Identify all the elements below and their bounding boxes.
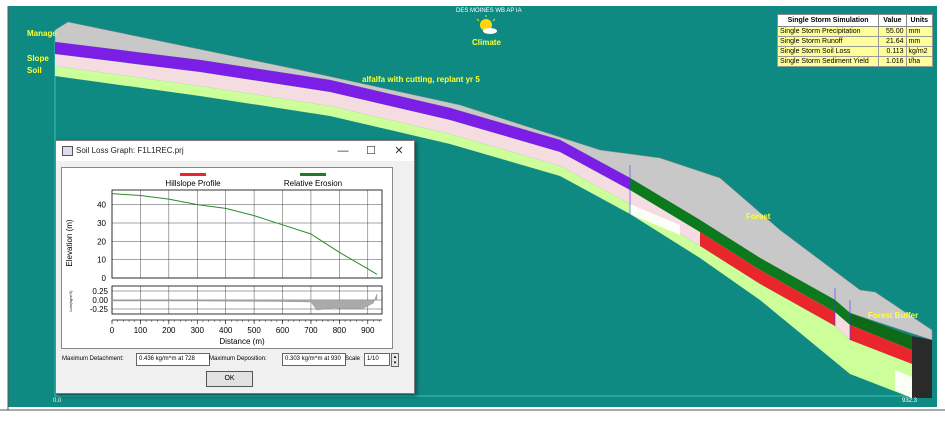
results-header-value: Value — [878, 14, 907, 27]
management-side-label[interactable]: Manage — [27, 29, 57, 38]
maximize-button[interactable]: ☐ — [359, 143, 383, 159]
y-tick-label: 30 — [97, 219, 106, 228]
results-row: Single Storm Runoff 21.64 mm — [776, 36, 934, 47]
x-tick-label: 700 — [304, 326, 318, 335]
y-tick-label: 10 — [97, 256, 106, 265]
results-row: Single Storm Precipitation 55.00 mm — [776, 26, 934, 37]
cloud-shape — [483, 28, 497, 34]
hillslope-profile-line — [111, 193, 378, 275]
scale-spinner[interactable]: ▴ ▾ — [391, 353, 399, 367]
chart-marks: 0 100 200 300 400 500 600 700 800 900 0 10 20 30 40 0.2… — [90, 189, 383, 335]
y-axis-label: Elevation (m) — [65, 219, 74, 266]
climate-station-label: DES MOINES WB AP IA — [456, 8, 522, 14]
x-tick-label: 800 — [333, 326, 347, 335]
plot-area: Hillslope Profile Relative Erosion Eleva… — [61, 167, 393, 349]
legend-profile-label: Hillslope Profile — [165, 179, 221, 188]
legend-erosion-label: Relative Erosion — [284, 179, 342, 188]
max-deposition-label: Maximum Deposition: — [209, 356, 267, 362]
relative-erosion-area — [111, 293, 378, 311]
loss-tick-label: 0.25 — [92, 287, 108, 296]
results-row-name: Single Storm Precipitation — [776, 26, 880, 37]
slope-side-label[interactable]: Slope — [27, 54, 49, 63]
max-detachment-label: Maximum Detachment: — [62, 356, 124, 362]
results-header-name: Single Storm Simulation — [776, 14, 880, 27]
app-window-icon — [62, 146, 73, 156]
results-row-units: t/ha — [905, 56, 934, 67]
management-1-label[interactable]: alfalfa with cutting, replant yr 5 — [362, 75, 480, 84]
results-row-value: 55.00 — [878, 26, 907, 37]
x-tick-label: 100 — [134, 326, 148, 335]
legend-profile-swatch — [180, 173, 206, 176]
x-tick-label: 300 — [191, 326, 205, 335]
x-tick-label: 600 — [276, 326, 290, 335]
results-row: Single Storm Soil Loss 0.113 kg/m2 — [776, 46, 934, 57]
results-row-name: Single Storm Runoff — [776, 36, 880, 47]
axis-corner-right-label: 932.3 — [902, 398, 918, 404]
x-tick-label: 0 — [110, 326, 115, 335]
results-row: Single Storm Sediment Yield 1.016 t/ha — [776, 56, 934, 67]
loss-tick-label: -0.25 — [90, 305, 109, 314]
minimize-button[interactable]: — — [331, 143, 355, 159]
x-tick-label: 500 — [247, 326, 261, 335]
x-tick-label: 200 — [162, 326, 176, 335]
results-row-name: Single Storm Soil Loss — [776, 46, 880, 57]
y-tick-label: 40 — [97, 201, 106, 210]
ok-button[interactable]: OK — [206, 371, 253, 387]
loss-axis-label: Loss(kg/m^2) — [69, 291, 73, 312]
x-tick-label: 400 — [219, 326, 233, 335]
y-tick-label: 0 — [102, 274, 107, 283]
soil-loss-graph-dialog: Soil Loss Graph: F1L1REC.prj — ☐ ✕ Hills… — [55, 140, 415, 394]
results-header-row: Single Storm Simulation Value Units — [776, 14, 934, 27]
results-row-units: mm — [905, 36, 934, 47]
x-tick-label: 900 — [361, 326, 375, 335]
x-axis-label: Distance (m) — [219, 337, 265, 346]
hillslope-end-face — [912, 336, 932, 398]
legend-erosion-swatch — [300, 173, 326, 176]
management-3-label[interactable]: Forest Buffer — [868, 311, 918, 320]
max-detachment-field[interactable]: 0.436 kg/m^m at 728 — [136, 353, 210, 366]
management-2-label[interactable]: Forest — [746, 212, 770, 221]
results-row-value: 1.016 — [878, 56, 907, 67]
results-row-value: 0.113 — [878, 46, 907, 57]
axis-corner-left-label: 0.0 — [53, 398, 62, 404]
scale-label: Scale — [345, 356, 361, 362]
soil-loss-chart: Hillslope Profile Relative Erosion Eleva… — [65, 173, 383, 346]
dialog-title-bar[interactable]: Soil Loss Graph: F1L1REC.prj — ☐ ✕ — [56, 141, 414, 161]
results-row-units: mm — [905, 26, 934, 37]
y-tick-label: 20 — [97, 237, 106, 246]
scale-field[interactable]: 1/10 — [364, 353, 390, 366]
climate-label[interactable]: Climate — [472, 38, 501, 47]
dialog-footer: Maximum Detachment: 0.436 kg/m^m at 728 … — [56, 351, 414, 391]
results-header-units: Units — [905, 14, 934, 27]
results-row-units: kg/m2 — [905, 46, 934, 57]
loss-tick-label: 0.00 — [92, 296, 108, 305]
soil-side-label[interactable]: Soil — [27, 66, 42, 75]
results-row-name: Single Storm Sediment Yield — [776, 56, 880, 67]
close-button[interactable]: ✕ — [387, 143, 411, 159]
max-deposition-field[interactable]: 0.303 kg/m^m at 930 — [282, 353, 346, 366]
dialog-title: Soil Loss Graph: F1L1REC.prj — [76, 146, 184, 155]
elevation-panel-frame — [111, 189, 383, 279]
results-row-value: 21.64 — [878, 36, 907, 47]
single-storm-results-table: Single Storm Simulation Value Units Sing… — [776, 14, 934, 67]
